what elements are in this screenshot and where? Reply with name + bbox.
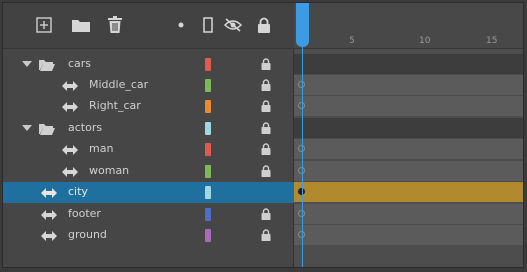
layer-row-middle-car[interactable]: Middle_car (3, 75, 294, 96)
frame-row-right-car[interactable] (294, 96, 523, 116)
layer-color-swatch[interactable] (205, 229, 211, 242)
frame-row-footer[interactable] (294, 204, 523, 224)
frame-row-ground[interactable] (294, 225, 523, 245)
lock-icon[interactable] (261, 58, 271, 70)
lock-icon[interactable] (261, 143, 271, 155)
layer-color-swatch[interactable] (205, 58, 211, 71)
new-layer-icon (36, 17, 52, 33)
delete-icon (108, 16, 122, 33)
active-dot-icon (178, 22, 184, 28)
new-folder-icon (72, 20, 90, 32)
layer-name: actors (68, 121, 103, 134)
frame-row-city[interactable] (294, 182, 523, 202)
visibility-icon (223, 18, 243, 32)
frame-ruler[interactable]: 5 10 15 (294, 3, 523, 49)
layer-name: Middle_car (89, 78, 149, 91)
outline-toggle[interactable] (197, 14, 219, 36)
layer-name: cars (68, 57, 92, 70)
layer-color-swatch[interactable] (205, 208, 211, 221)
frame-row-actors[interactable] (294, 118, 523, 138)
outline-icon (203, 17, 213, 33)
layer-row-actors[interactable]: actors (3, 118, 294, 139)
frame-row-woman[interactable] (294, 161, 523, 181)
new-layer-button[interactable] (33, 14, 55, 36)
lock-toggle[interactable] (253, 14, 275, 36)
ruler-number: 5 (349, 36, 355, 46)
lock-icon[interactable] (261, 208, 271, 220)
frame-row-middle-car[interactable] (294, 75, 523, 95)
expand-chevron-icon[interactable] (22, 125, 32, 131)
layer-name: footer (68, 207, 101, 220)
layer-color-swatch[interactable] (205, 122, 211, 135)
layer-row-right-car[interactable]: Right_car (3, 96, 294, 117)
folder-open-icon (39, 60, 55, 71)
timeline-panel: cars Middle_car Right_car actors man wom… (2, 2, 524, 268)
layer-row-ground[interactable]: ground (3, 225, 294, 246)
frame-row-man[interactable] (294, 139, 523, 159)
layer-row-footer[interactable]: footer (3, 204, 294, 225)
expand-chevron-icon[interactable] (22, 61, 32, 67)
layer-color-swatch[interactable] (205, 165, 211, 178)
layer-toolbar (3, 3, 294, 49)
folder-open-icon (39, 124, 55, 135)
visibility-toggle[interactable] (222, 14, 244, 36)
new-folder-button[interactable] (70, 14, 92, 36)
highlight-toggle[interactable] (170, 14, 192, 36)
lock-icon[interactable] (261, 79, 271, 91)
lock-icon[interactable] (261, 229, 271, 241)
layer-color-swatch[interactable] (205, 100, 211, 113)
layer-name: woman (89, 164, 130, 177)
symbol-layer-icon (62, 102, 78, 112)
layer-color-swatch[interactable] (205, 186, 211, 199)
symbol-layer-icon (41, 188, 57, 198)
layers-panel: cars Middle_car Right_car actors man wom… (3, 3, 294, 267)
layer-name: city (68, 185, 88, 198)
layer-color-swatch[interactable] (205, 143, 211, 156)
playhead-handle[interactable] (296, 3, 309, 47)
ruler-number: 15 (486, 36, 498, 46)
symbol-layer-icon (41, 231, 57, 241)
layer-row-man[interactable]: man (3, 139, 294, 160)
lock-icon[interactable] (261, 165, 271, 177)
layer-color-swatch[interactable] (205, 79, 211, 92)
lock-icon (258, 17, 270, 33)
lock-icon[interactable] (261, 122, 271, 134)
symbol-layer-icon (41, 210, 57, 220)
layer-row-cars[interactable]: cars (3, 54, 294, 75)
delete-layer-button[interactable] (104, 14, 126, 36)
symbol-layer-icon (62, 81, 78, 91)
frames-area[interactable]: 5 10 15 (294, 3, 523, 267)
layer-name: man (89, 142, 114, 155)
ruler-number: 10 (419, 36, 431, 46)
frame-row-cars[interactable] (294, 54, 523, 74)
layer-row-city[interactable]: city (3, 182, 294, 203)
layer-row-woman[interactable]: woman (3, 161, 294, 182)
lock-icon[interactable] (261, 100, 271, 112)
symbol-layer-icon (62, 145, 78, 155)
layer-name: ground (68, 228, 107, 241)
layer-name: Right_car (89, 99, 141, 112)
symbol-layer-icon (62, 167, 78, 177)
